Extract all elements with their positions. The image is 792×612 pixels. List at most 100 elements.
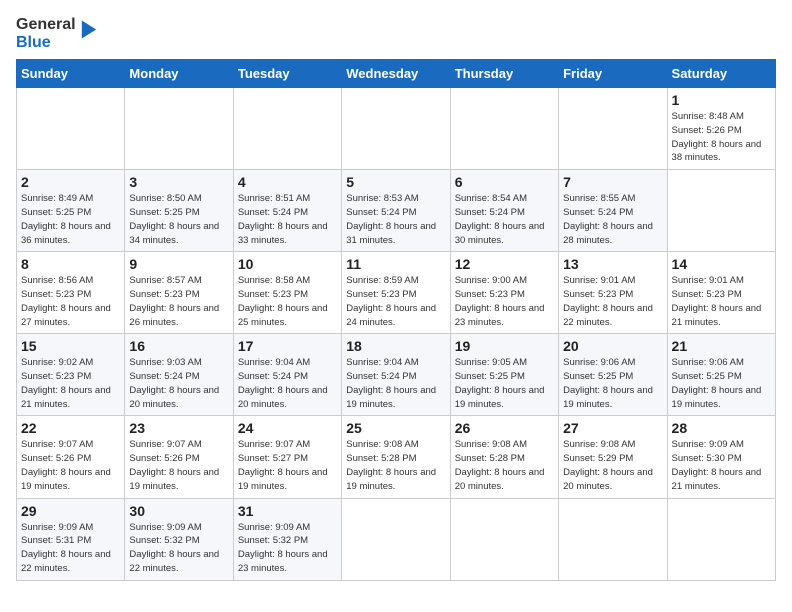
day-info: Sunrise: 9:03 AM Sunset: 5:24 PM Dayligh…: [129, 356, 228, 411]
day-cell-26: 26Sunrise: 9:08 AM Sunset: 5:28 PM Dayli…: [450, 416, 558, 498]
day-info: Sunrise: 8:59 AM Sunset: 5:23 PM Dayligh…: [346, 274, 445, 329]
calendar-week-4: 15Sunrise: 9:02 AM Sunset: 5:23 PM Dayli…: [17, 334, 776, 416]
day-cell-1: 1Sunrise: 8:48 AM Sunset: 5:26 PM Daylig…: [667, 88, 775, 170]
day-cell-25: 25Sunrise: 9:08 AM Sunset: 5:28 PM Dayli…: [342, 416, 450, 498]
day-cell-30: 30Sunrise: 9:09 AM Sunset: 5:32 PM Dayli…: [125, 498, 233, 580]
day-cell-18: 18Sunrise: 9:04 AM Sunset: 5:24 PM Dayli…: [342, 334, 450, 416]
day-cell-7: 7Sunrise: 8:55 AM Sunset: 5:24 PM Daylig…: [559, 170, 667, 252]
day-cell-28: 28Sunrise: 9:09 AM Sunset: 5:30 PM Dayli…: [667, 416, 775, 498]
calendar-table: SundayMondayTuesdayWednesdayThursdayFrid…: [16, 59, 776, 580]
calendar-week-3: 8 Sunrise: 8:56 AM Sunset: 5:23 PM Daylig…: [17, 252, 776, 334]
day-cell-6: 6 Sunrise: 8:54 AM Sunset: 5:24 PM Daylig…: [450, 170, 558, 252]
day-info: Sunrise: 9:06 AM Sunset: 5:25 PM Dayligh…: [672, 356, 771, 411]
day-number: 27: [563, 420, 662, 436]
day-number: 4: [238, 174, 337, 190]
day-info: Sunrise: 9:01 AM Sunset: 5:23 PM Dayligh…: [672, 274, 771, 329]
day-number: 12: [455, 256, 554, 272]
day-cell-17: 17 Sunrise: 9:04 AM Sunset: 5:24 PM Dayli…: [233, 334, 341, 416]
day-info: Sunrise: 9:07 AM Sunset: 5:27 PM Dayligh…: [238, 438, 337, 493]
day-number: 22: [21, 420, 120, 436]
day-number: 16: [129, 338, 228, 354]
day-number: 26: [455, 420, 554, 436]
day-number: 9: [129, 256, 228, 272]
day-number: 28: [672, 420, 771, 436]
day-info: Sunrise: 9:04 AM Sunset: 5:24 PM Dayligh…: [238, 356, 337, 411]
day-number: 3: [129, 174, 228, 190]
day-number: 6: [455, 174, 554, 190]
calendar-week-6: 29 Sunrise: 9:09 AM Sunset: 5:31 PM Dayli…: [17, 498, 776, 580]
empty-cell: [667, 498, 775, 580]
day-cell-22: 22Sunrise: 9:07 AM Sunset: 5:26 PM Dayli…: [17, 416, 125, 498]
logo-general: General: [16, 16, 76, 34]
day-info: Sunrise: 9:01 AM Sunset: 5:23 PM Dayligh…: [563, 274, 662, 329]
day-header-tuesday: Tuesday: [233, 60, 341, 88]
day-cell-29: 29 Sunrise: 9:09 AM Sunset: 5:31 PM Dayli…: [17, 498, 125, 580]
day-cell-10: 10 Sunrise: 8:58 AM Sunset: 5:23 PM Dayli…: [233, 252, 341, 334]
day-info: Sunrise: 8:54 AM Sunset: 5:24 PM Dayligh…: [455, 192, 554, 247]
empty-cell: [450, 88, 558, 170]
day-info: Sunrise: 8:49 AM Sunset: 5:25 PM Dayligh…: [21, 192, 120, 247]
day-header-saturday: Saturday: [667, 60, 775, 88]
logo-arrow-icon: [80, 20, 98, 48]
day-info: Sunrise: 9:06 AM Sunset: 5:25 PM Dayligh…: [563, 356, 662, 411]
day-cell-4: 4 Sunrise: 8:51 AM Sunset: 5:24 PM Daylig…: [233, 170, 341, 252]
day-cell-27: 27Sunrise: 9:08 AM Sunset: 5:29 PM Dayli…: [559, 416, 667, 498]
day-number: 7: [563, 174, 662, 190]
day-cell-13: 13 Sunrise: 9:01 AM Sunset: 5:23 PM Dayli…: [559, 252, 667, 334]
empty-cell: [667, 170, 775, 252]
day-info: Sunrise: 9:02 AM Sunset: 5:23 PM Dayligh…: [21, 356, 120, 411]
day-info: Sunrise: 9:09 AM Sunset: 5:32 PM Dayligh…: [129, 521, 228, 576]
empty-cell: [450, 498, 558, 580]
day-number: 11: [346, 256, 445, 272]
day-number: 29: [21, 503, 120, 519]
day-number: 20: [563, 338, 662, 354]
day-number: 10: [238, 256, 337, 272]
day-info: Sunrise: 9:07 AM Sunset: 5:26 PM Dayligh…: [129, 438, 228, 493]
empty-cell: [233, 88, 341, 170]
day-cell-23: 23 Sunrise: 9:07 AM Sunset: 5:26 PM Dayli…: [125, 416, 233, 498]
day-cell-19: 19 Sunrise: 9:05 AM Sunset: 5:25 PM Dayli…: [450, 334, 558, 416]
day-cell-9: 9 Sunrise: 8:57 AM Sunset: 5:23 PM Daylig…: [125, 252, 233, 334]
day-info: Sunrise: 8:58 AM Sunset: 5:23 PM Dayligh…: [238, 274, 337, 329]
day-header-friday: Friday: [559, 60, 667, 88]
empty-cell: [342, 498, 450, 580]
day-cell-16: 16 Sunrise: 9:03 AM Sunset: 5:24 PM Dayli…: [125, 334, 233, 416]
day-info: Sunrise: 9:05 AM Sunset: 5:25 PM Dayligh…: [455, 356, 554, 411]
day-number: 2: [21, 174, 120, 190]
day-cell-2: 2 Sunrise: 8:49 AM Sunset: 5:25 PM Daylig…: [17, 170, 125, 252]
calendar-week-2: 2 Sunrise: 8:49 AM Sunset: 5:25 PM Daylig…: [17, 170, 776, 252]
day-cell-21: 21Sunrise: 9:06 AM Sunset: 5:25 PM Dayli…: [667, 334, 775, 416]
empty-cell: [342, 88, 450, 170]
day-info: Sunrise: 9:09 AM Sunset: 5:32 PM Dayligh…: [238, 521, 337, 576]
day-cell-8: 8 Sunrise: 8:56 AM Sunset: 5:23 PM Daylig…: [17, 252, 125, 334]
empty-cell: [17, 88, 125, 170]
logo-blue: Blue: [16, 34, 76, 52]
day-number: 23: [129, 420, 228, 436]
day-info: Sunrise: 9:09 AM Sunset: 5:31 PM Dayligh…: [21, 521, 120, 576]
day-info: Sunrise: 9:04 AM Sunset: 5:24 PM Dayligh…: [346, 356, 445, 411]
day-info: Sunrise: 8:48 AM Sunset: 5:26 PM Dayligh…: [672, 110, 771, 165]
day-number: 17: [238, 338, 337, 354]
day-number: 13: [563, 256, 662, 272]
day-header-monday: Monday: [125, 60, 233, 88]
day-cell-14: 14Sunrise: 9:01 AM Sunset: 5:23 PM Dayli…: [667, 252, 775, 334]
day-number: 5: [346, 174, 445, 190]
calendar-week-5: 22 Sunrise: 9:07 AM Sunset: 5:26 PM Dayli…: [17, 416, 776, 498]
header: GeneralBlue: [16, 16, 776, 51]
day-cell-24: 24Sunrise: 9:07 AM Sunset: 5:27 PM Dayli…: [233, 416, 341, 498]
day-number: 25: [346, 420, 445, 436]
day-info: Sunrise: 9:00 AM Sunset: 5:23 PM Dayligh…: [455, 274, 554, 329]
day-info: Sunrise: 8:51 AM Sunset: 5:24 PM Dayligh…: [238, 192, 337, 247]
day-header-wednesday: Wednesday: [342, 60, 450, 88]
day-cell-12: 12 Sunrise: 9:00 AM Sunset: 5:23 PM Dayli…: [450, 252, 558, 334]
empty-cell: [559, 88, 667, 170]
day-info: Sunrise: 8:56 AM Sunset: 5:23 PM Dayligh…: [21, 274, 120, 329]
day-header-thursday: Thursday: [450, 60, 558, 88]
day-cell-31: 31Sunrise: 9:09 AM Sunset: 5:32 PM Dayli…: [233, 498, 341, 580]
empty-cell: [559, 498, 667, 580]
empty-cell: [125, 88, 233, 170]
day-number: 8: [21, 256, 120, 272]
day-info: Sunrise: 8:57 AM Sunset: 5:23 PM Dayligh…: [129, 274, 228, 329]
day-cell-20: 20 Sunrise: 9:06 AM Sunset: 5:25 PM Dayli…: [559, 334, 667, 416]
day-number: 19: [455, 338, 554, 354]
